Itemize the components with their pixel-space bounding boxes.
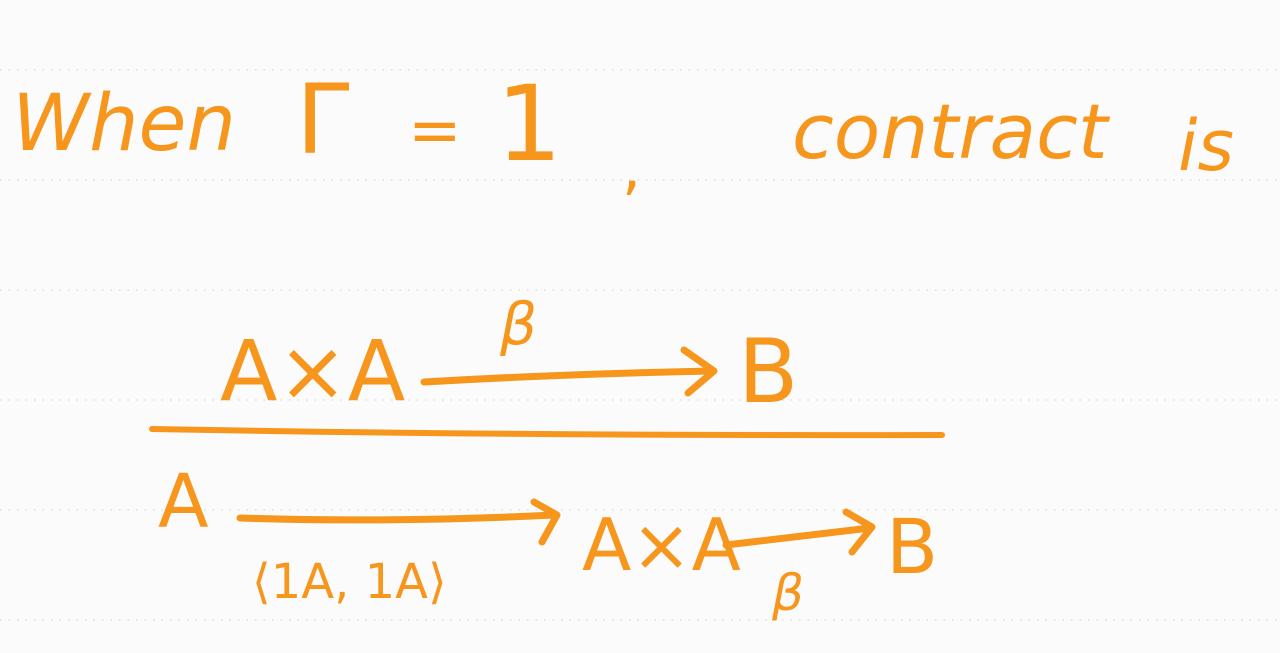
heading-is: is [1178, 105, 1234, 187]
premise-target: B [738, 320, 798, 423]
pair-arrow-shaft [236, 511, 558, 524]
heading-comma: , [622, 133, 641, 203]
heading-gamma: Γ [296, 64, 349, 176]
conclusion-target: B [886, 502, 938, 591]
heading: When Γ = 1 , contract is [12, 63, 1234, 203]
handwritten-note: When Γ = 1 , contract is B --> A×A β B A… [0, 63, 1280, 622]
premise: A×A β B [220, 290, 798, 423]
heading-equals: = [408, 94, 462, 168]
conclusion: A ⟨1A, 1A⟩ A×A β B [158, 459, 938, 622]
premise-source: A×A [220, 322, 405, 420]
conclusion-source: A [158, 459, 209, 545]
heading-one: 1 [496, 63, 562, 185]
beta-arrow-shaft [722, 524, 874, 549]
conclusion-arrow-label: β [771, 564, 804, 622]
heading-when: When [12, 79, 236, 169]
pair-arrow-label: ⟨1A, 1A⟩ [252, 554, 447, 610]
note-canvas: When Γ = 1 , contract is B --> A×A β B A… [0, 0, 1280, 653]
premise-arrow-label: β [499, 290, 537, 358]
pair-arrow-head [530, 498, 561, 546]
heading-contract: contract [792, 87, 1111, 176]
premise-arrow-shaft [420, 367, 716, 386]
inference-line [149, 426, 945, 439]
conclusion-middle: A×A [582, 503, 741, 587]
